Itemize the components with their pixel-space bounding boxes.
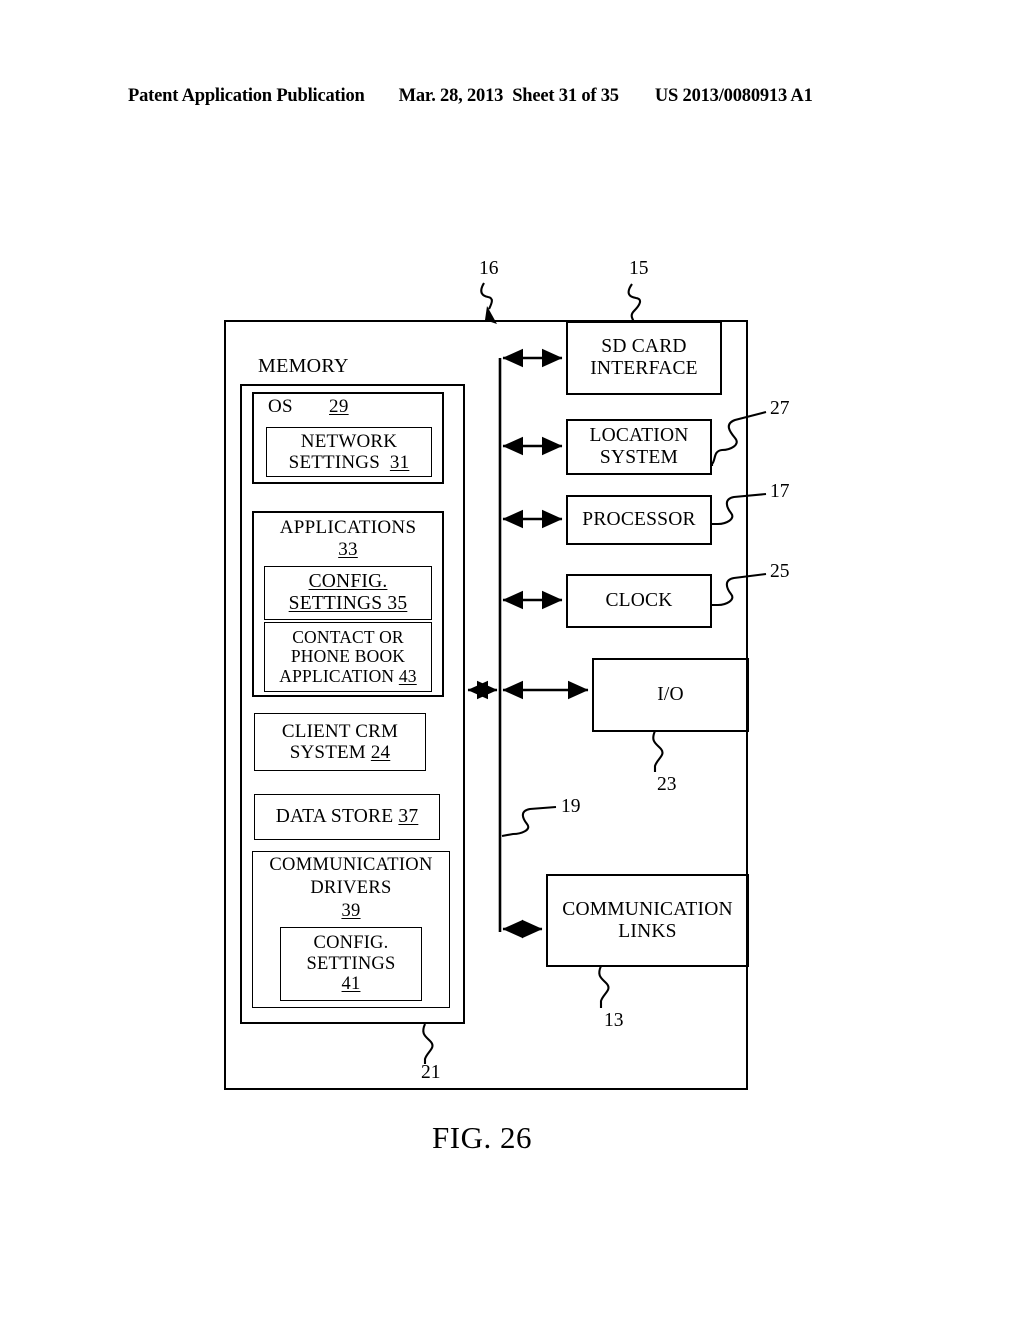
communication-links-block: COMMUNICATION LINKS (546, 874, 749, 967)
ref-15: 15 (629, 258, 649, 279)
sd-card-interface-block: SD CARD INTERFACE (566, 321, 722, 395)
header-patent-number: US 2013/0080913 A1 (654, 86, 813, 106)
data-store-block: DATA STORE 37 (254, 794, 440, 840)
communication-drivers-line1: COMMUNICATION (269, 855, 433, 875)
processor-label: PROCESSOR (582, 509, 696, 531)
ref-17: 17 (770, 481, 790, 502)
config-settings-35-line1: CONFIG. (308, 571, 388, 593)
config-settings-41-line1: CONFIG. (313, 932, 389, 953)
os-label-text: OS (268, 396, 293, 417)
client-crm-line2: SYSTEM 24 (289, 742, 391, 763)
ref-27: 27 (770, 398, 790, 419)
patent-figure-page: Patent Application Publication Mar. 28, … (0, 0, 1024, 1320)
clock-label: CLOCK (605, 590, 673, 612)
communication-links-line1: COMMUNICATION (562, 898, 733, 920)
ref-21: 21 (421, 1062, 441, 1083)
config-settings-41-ref: 41 (341, 974, 361, 995)
network-settings-line2: SETTINGS 31 (288, 452, 410, 473)
applications-label-text: APPLICATIONS (279, 517, 417, 538)
contact-phone-book-ref: 43 (398, 665, 417, 686)
applications-label: APPLICATIONS (260, 517, 436, 539)
memory-title: MEMORY (258, 355, 349, 377)
location-system-block: LOCATION SYSTEM (566, 419, 712, 475)
config-settings-41-block: CONFIG. SETTINGS 41 (280, 927, 422, 1001)
sd-card-interface-line2: INTERFACE (590, 358, 698, 379)
network-settings-ref: 31 (389, 452, 410, 473)
header-sheet: Sheet 31 of 35 (512, 86, 619, 106)
data-store-label: DATA STORE 37 (275, 806, 419, 828)
communication-links-line2: LINKS (618, 920, 677, 942)
io-label: I/O (657, 684, 684, 706)
header-date: Mar. 28, 2013 (398, 86, 504, 106)
page-header: Patent Application Publication Mar. 28, … (128, 86, 898, 107)
os-label: OS 29 (268, 396, 349, 418)
communication-drivers-ref: 39 (341, 901, 361, 921)
data-store-ref: 37 (398, 806, 419, 828)
applications-ref: 33 (338, 539, 358, 560)
network-settings-line1: NETWORK (300, 430, 398, 452)
contact-phone-book-line3: APPLICATION 43 (279, 665, 417, 686)
communication-drivers-line2: DRIVERS (310, 878, 392, 898)
sd-card-interface-line1: SD CARD (601, 336, 687, 358)
processor-block: PROCESSOR (566, 495, 712, 545)
config-settings-35-block: CONFIG. SETTINGS 35 (264, 566, 432, 620)
ref-25: 25 (770, 561, 790, 582)
ref-19: 19 (561, 796, 581, 817)
ref-16: 16 (479, 258, 499, 279)
figure-caption: FIG. 26 (432, 1120, 532, 1155)
ref-13: 13 (604, 1010, 624, 1031)
os-ref: 29 (329, 396, 349, 417)
location-system-line1: LOCATION (589, 425, 689, 447)
clock-block: CLOCK (566, 574, 712, 628)
contact-phone-book-line1: CONTACT OR (292, 626, 404, 647)
contact-phone-book-line2: PHONE BOOK (290, 646, 406, 667)
contact-phone-book-block: CONTACT OR PHONE BOOK APPLICATION 43 (264, 622, 432, 692)
io-block: I/O (592, 658, 749, 732)
config-settings-35-line2: SETTINGS 35 (288, 593, 408, 614)
client-crm-line1: CLIENT CRM (281, 720, 399, 742)
client-crm-ref: 24 (370, 742, 391, 763)
network-settings-block: NETWORK SETTINGS 31 (266, 427, 432, 477)
config-settings-41-line2: SETTINGS (306, 953, 396, 974)
header-publication: Patent Application Publication (128, 86, 365, 106)
location-system-line2: SYSTEM (599, 447, 679, 468)
ref-23: 23 (657, 774, 677, 795)
client-crm-block: CLIENT CRM SYSTEM 24 (254, 713, 426, 771)
